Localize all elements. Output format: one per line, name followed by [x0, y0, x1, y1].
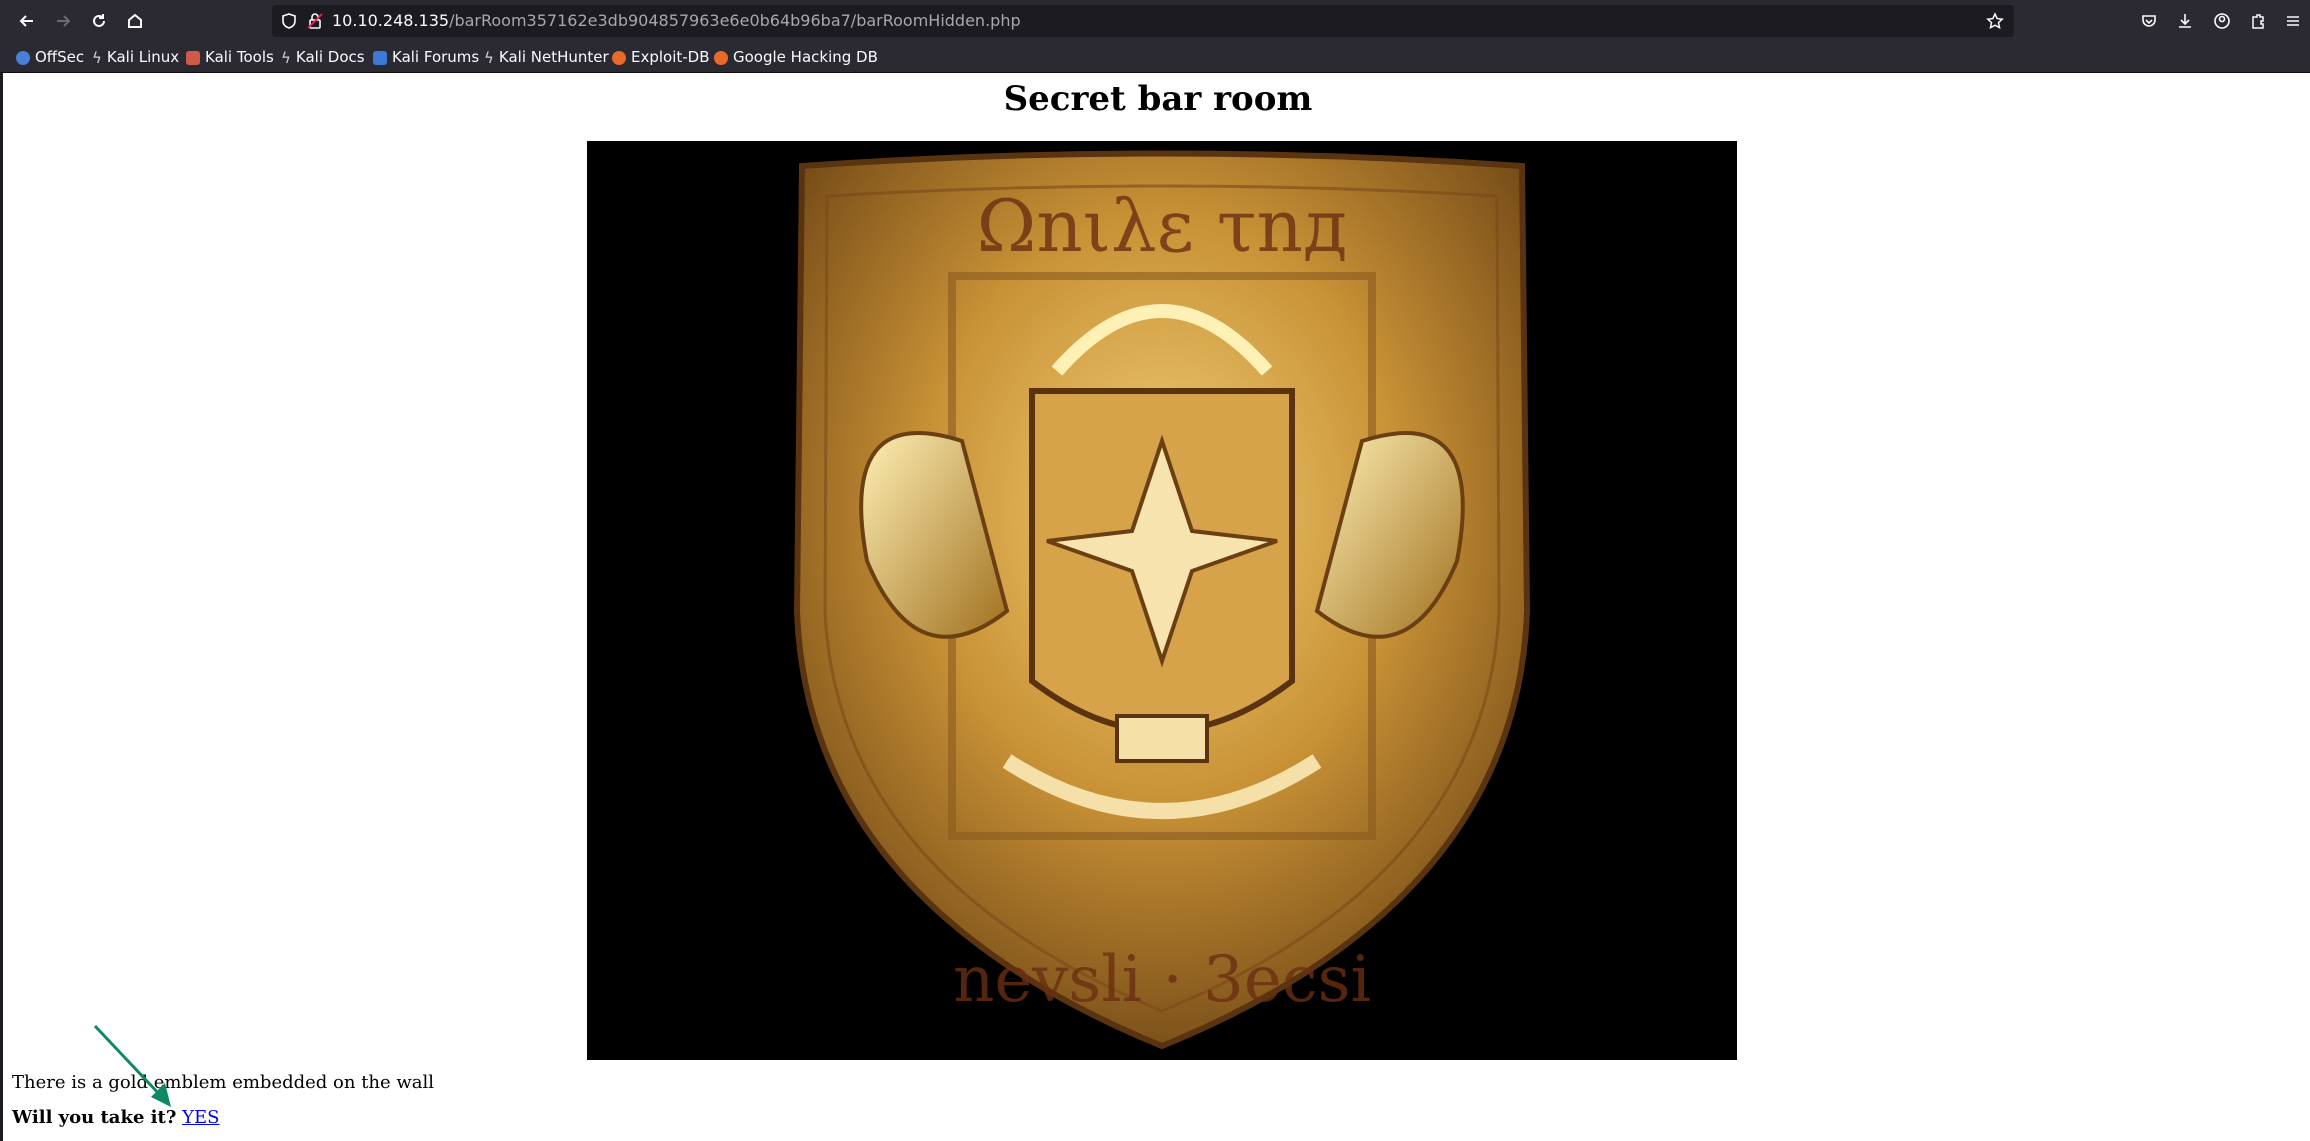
- download-icon: [2179, 14, 2191, 28]
- shield-icon[interactable]: [280, 12, 298, 30]
- emblem-artwork: Ωnιλε τnд nevsli · 3ecsi: [793, 150, 1531, 1050]
- home-icon: [128, 13, 142, 28]
- kali-dragon-icon: ϟ: [484, 48, 494, 67]
- svg-text:Ωnιλε τnд: Ωnιλε τnд: [977, 184, 1348, 268]
- extensions-icon: [2252, 14, 2264, 29]
- svg-text:nevsli · 3ecsi: nevsli · 3ecsi: [953, 943, 1371, 1017]
- yes-link[interactable]: YES: [182, 1107, 219, 1128]
- bookmarks-toolbar: OffSec ϟ Kali Linux Kali Tools ϟ Kali Docs…: [0, 42, 2310, 73]
- back-arrow-icon: [19, 15, 33, 27]
- bookmark-kali-tools[interactable]: Kali Tools: [186, 42, 274, 72]
- url-bar[interactable]: 10.10.248.135/barRoom357162e3db904857963…: [272, 5, 2014, 37]
- kali-forums-icon: [373, 50, 387, 65]
- pocket-button[interactable]: [2134, 6, 2164, 36]
- insecure-lock-icon[interactable]: [306, 12, 324, 30]
- take-it-question: Will you take it?: [12, 1107, 177, 1128]
- bookmark-label: Exploit-DB: [631, 48, 710, 66]
- bookmark-label: Kali NetHunter: [498, 48, 609, 66]
- page-title: Secret bar room: [1003, 79, 1313, 119]
- bookmark-label: Kali Tools: [205, 48, 274, 66]
- extensions-button[interactable]: [2243, 6, 2273, 36]
- kali-tools-icon: [186, 50, 200, 65]
- bookmark-kali-linux[interactable]: ϟ Kali Linux: [92, 42, 179, 72]
- kali-dragon-icon: ϟ: [281, 48, 291, 67]
- annotation-arrow: [93, 1024, 171, 1107]
- ghdb-icon: [714, 50, 728, 65]
- reload-icon: [93, 14, 105, 27]
- bookmark-kali-forums[interactable]: Kali Forums: [373, 42, 479, 72]
- browser-toolbar: 10.10.248.135/barRoom357162e3db904857963…: [0, 0, 2310, 42]
- home-button[interactable]: [120, 6, 150, 36]
- url-text[interactable]: 10.10.248.135/barRoom357162e3db904857963…: [332, 5, 1021, 37]
- downloads-button[interactable]: [2170, 6, 2200, 36]
- account-icon: [2214, 13, 2230, 29]
- reload-button[interactable]: [84, 6, 114, 36]
- bookmark-label: OffSec: [35, 48, 85, 66]
- menu-button[interactable]: [2278, 6, 2308, 36]
- bookmark-label: Kali Docs: [295, 48, 365, 66]
- exploit-db-icon: [612, 50, 626, 65]
- bookmark-google-hacking-db[interactable]: Google Hacking DB: [714, 42, 878, 72]
- forward-button[interactable]: [48, 6, 78, 36]
- bookmark-exploit-db[interactable]: Exploit-DB: [612, 42, 710, 72]
- bookmark-offsec[interactable]: OffSec: [16, 42, 84, 72]
- url-path: /barRoom357162e3db904857963e6e0b64b96ba7…: [449, 11, 1021, 30]
- bookmark-label: Kali Linux: [106, 48, 180, 66]
- url-host: 10.10.248.135: [332, 11, 450, 30]
- bookmark-label: Kali Forums: [392, 48, 480, 66]
- take-it-prompt: Will you take it? YES: [12, 1107, 219, 1128]
- bookmark-star-icon[interactable]: [1986, 12, 2004, 30]
- kali-dragon-icon: ϟ: [92, 48, 102, 67]
- hamburger-menu-icon: [2287, 16, 2299, 26]
- account-button[interactable]: [2207, 6, 2237, 36]
- emblem-description: There is a gold emblem embedded on the w…: [12, 1072, 435, 1093]
- forward-arrow-icon: [57, 15, 71, 27]
- offsec-icon: [16, 50, 30, 65]
- gold-emblem-image: Ωnιλε τnд nevsli · 3ecsi: [587, 141, 1737, 1060]
- bookmark-kali-docs[interactable]: ϟ Kali Docs: [281, 42, 365, 72]
- bookmark-kali-nethunter[interactable]: ϟ Kali NetHunter: [484, 42, 609, 72]
- bookmark-label: Google Hacking DB: [733, 48, 878, 66]
- back-button[interactable]: [12, 6, 42, 36]
- page-content: Secret bar room Ωnιλε τnд nevsli · 3ecsi: [3, 73, 2310, 1141]
- pocket-icon: [2142, 15, 2156, 27]
